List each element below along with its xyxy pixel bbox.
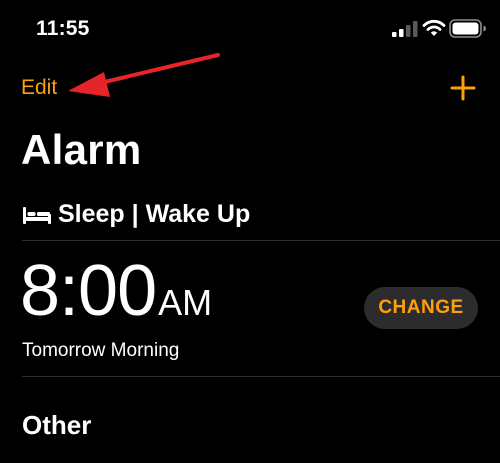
change-button[interactable]: CHANGE bbox=[364, 287, 478, 329]
page-title: Alarm bbox=[21, 126, 142, 173]
status-bar: 11:55 bbox=[0, 0, 500, 56]
plus-icon[interactable] bbox=[449, 74, 477, 102]
annotation-arrow bbox=[68, 53, 220, 97]
alarm-time: 8:00 AM bbox=[20, 255, 212, 327]
edit-button[interactable]: Edit bbox=[21, 76, 57, 100]
bed-icon bbox=[23, 207, 51, 224]
wifi-icon bbox=[422, 19, 446, 36]
alarm-period: AM bbox=[158, 282, 213, 323]
sleep-section-header: Sleep | Wake Up bbox=[22, 198, 250, 230]
divider bbox=[22, 376, 500, 377]
alarm-subtitle: Tomorrow Morning bbox=[22, 340, 180, 361]
battery-icon bbox=[449, 19, 486, 38]
status-time: 11:55 bbox=[36, 17, 90, 40]
other-section-title: Other bbox=[22, 410, 92, 440]
signal-icon bbox=[392, 21, 418, 37]
alarm-time-digits: 8:00 bbox=[20, 251, 157, 331]
sleep-section-label: Sleep | Wake Up bbox=[58, 199, 251, 228]
